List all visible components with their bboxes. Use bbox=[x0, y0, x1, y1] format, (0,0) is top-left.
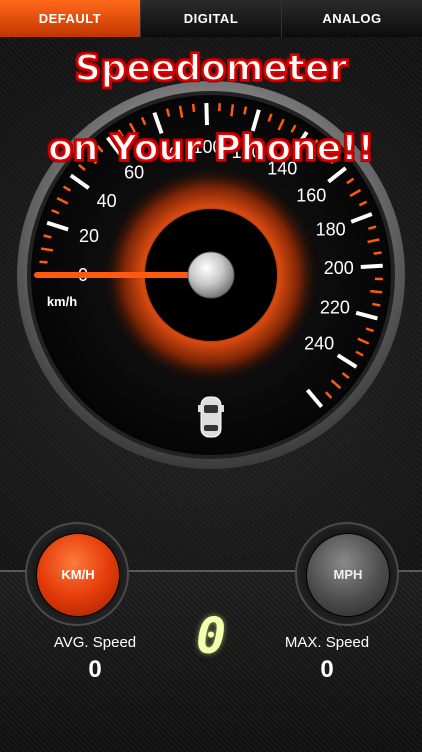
gauge-minor-tick bbox=[374, 253, 382, 254]
tab-bar: DEFAULT DIGITAL ANALOG bbox=[0, 0, 422, 37]
gauge-speed-label: 160 bbox=[296, 185, 326, 205]
gauge-major-tick bbox=[361, 266, 383, 267]
gauge-speed-label: 240 bbox=[304, 333, 334, 353]
digital-speed-readout: 0 bbox=[181, 608, 241, 664]
gauge-unit-label: km/h bbox=[47, 294, 77, 309]
gauge-minor-tick bbox=[372, 304, 380, 305]
kmh-button-ring: KM/H bbox=[25, 522, 129, 626]
kmh-button[interactable]: KM/H bbox=[36, 533, 120, 617]
gauge-hub bbox=[188, 252, 234, 298]
gauge-minor-tick bbox=[193, 104, 194, 112]
tab-digital[interactable]: DIGITAL bbox=[141, 0, 282, 37]
gauge-minor-tick bbox=[231, 104, 233, 116]
promo-headline-line2: on Your Phone!! bbox=[0, 128, 422, 169]
max-speed-value: 0 bbox=[262, 656, 392, 684]
gauge-minor-tick bbox=[370, 291, 382, 292]
mph-button[interactable]: MPH bbox=[306, 533, 390, 617]
gauge-minor-tick bbox=[40, 262, 48, 263]
promo-headline-line1: Speedometer bbox=[0, 48, 422, 89]
gauge-speed-label: 200 bbox=[324, 258, 354, 278]
avg-speed-label: AVG. Speed bbox=[30, 634, 160, 651]
gauge-major-tick bbox=[206, 103, 207, 125]
car-top-view-icon bbox=[198, 397, 224, 437]
mph-button-ring: MPH bbox=[295, 522, 399, 626]
speedometer-gauge: 020406080100120140160180200220240 km/h bbox=[0, 37, 422, 537]
gauge-speed-label: 180 bbox=[316, 220, 346, 240]
max-speed-label: MAX. Speed bbox=[262, 634, 392, 651]
gauge-speed-label: 220 bbox=[320, 297, 350, 317]
tab-analog[interactable]: ANALOG bbox=[282, 0, 422, 37]
gauge-speed-label: 40 bbox=[97, 191, 117, 211]
tab-default[interactable]: DEFAULT bbox=[0, 0, 141, 37]
gauge-speed-label: 20 bbox=[79, 226, 99, 246]
avg-speed-value: 0 bbox=[30, 656, 160, 684]
gauge-minor-tick bbox=[244, 107, 246, 115]
